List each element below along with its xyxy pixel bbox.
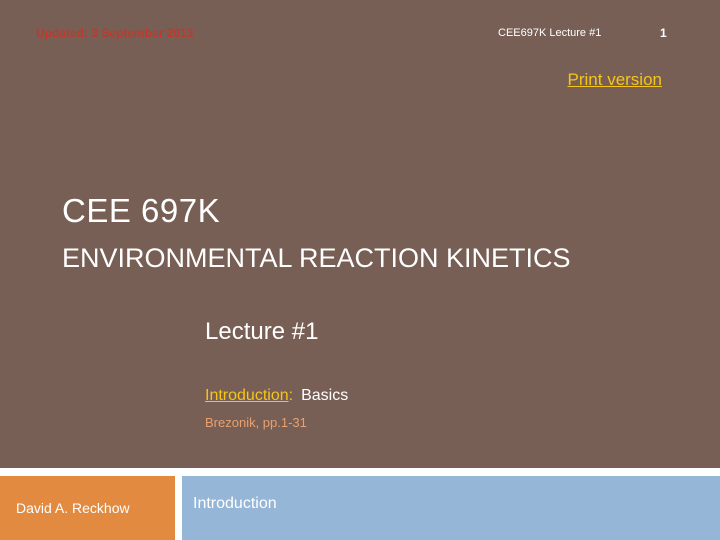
lecture-topic-line: Introduction: Basics xyxy=(205,387,348,405)
topic-basics: Basics xyxy=(301,387,349,404)
footer-author: David A. Reckhow xyxy=(16,500,130,516)
introduction-link[interactable]: Introduction xyxy=(205,387,289,404)
reading-reference: Brezonik, pp.1-31 xyxy=(205,415,307,430)
print-version-link[interactable]: Print version xyxy=(568,70,662,90)
lecture-number: Lecture #1 xyxy=(205,318,319,345)
slide-title-subject: ENVIRONMENTAL REACTION KINETICS xyxy=(62,243,571,273)
footer-topic: Introduction xyxy=(193,495,277,512)
slide: Updated: 3 September 2013 CEE697K Lectur… xyxy=(0,0,720,540)
slide-main-area: Updated: 3 September 2013 CEE697K Lectur… xyxy=(0,0,720,468)
updated-note: Updated: 3 September 2013 xyxy=(36,26,194,40)
slide-number: 1 xyxy=(660,26,667,40)
course-label: CEE697K Lecture #1 xyxy=(498,27,602,39)
slide-title-course: CEE 697K xyxy=(62,192,221,229)
topic-colon: : xyxy=(288,387,294,404)
